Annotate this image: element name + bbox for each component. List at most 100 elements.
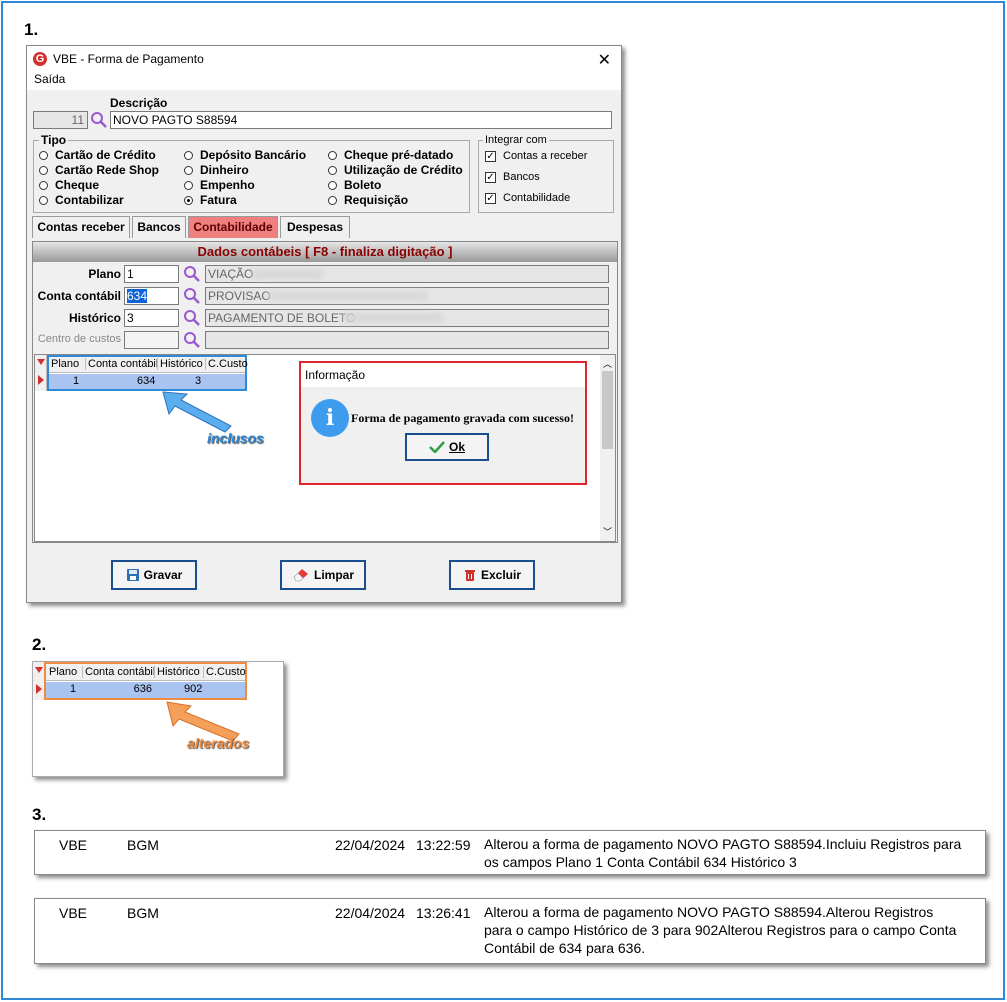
col-conta-contabil[interactable]: Conta contábil bbox=[85, 358, 158, 370]
tipo-radio[interactable]: Cartão Rede Shop bbox=[39, 163, 159, 177]
tipo-radio[interactable]: Contabilizar bbox=[39, 193, 124, 207]
alterados-callout: alterados bbox=[187, 735, 250, 751]
historico-label: Histórico bbox=[68, 311, 121, 325]
plano-field[interactable]: 1 bbox=[124, 265, 179, 283]
menu-saida[interactable]: Saída bbox=[34, 72, 65, 86]
col-conta-contabil[interactable]: Conta contábil bbox=[82, 666, 155, 678]
log-date: 22/04/2024 bbox=[335, 837, 406, 853]
tab-bancos[interactable]: Bancos bbox=[132, 216, 186, 238]
col-plano[interactable]: Plano bbox=[49, 666, 77, 678]
cell-conta: 634 bbox=[137, 375, 156, 387]
plano-search-icon[interactable] bbox=[183, 265, 201, 283]
radio-icon bbox=[39, 150, 48, 160]
tipo-radio-label: Requisição bbox=[344, 193, 409, 207]
vertical-scrollbar[interactable]: ︿ ﹀ bbox=[600, 355, 615, 541]
tipo-radio[interactable]: Fatura bbox=[184, 193, 237, 207]
log-user: BGM bbox=[127, 905, 159, 921]
descricao-field[interactable]: NOVO PAGTO S88594 bbox=[110, 111, 612, 129]
radio-icon bbox=[328, 195, 337, 205]
col-historico[interactable]: Histórico bbox=[154, 666, 200, 678]
log-message: Alterou a forma de pagamento NOVO PAGTO … bbox=[484, 904, 957, 956]
tipo-radio-label: Contabilizar bbox=[55, 193, 124, 207]
log-system: VBE bbox=[59, 837, 88, 853]
dialog-message: Forma de pagamento gravada com sucesso! bbox=[351, 411, 574, 425]
integrar-checkbox[interactable]: ✓ Contabilidade bbox=[485, 192, 570, 204]
ok-button[interactable]: Ok bbox=[405, 433, 489, 461]
window-title: VBE - Forma de Pagamento bbox=[53, 52, 204, 66]
scroll-down-icon[interactable]: ﹀ bbox=[603, 525, 612, 538]
integrar-checkbox[interactable]: ✓ Bancos bbox=[485, 171, 540, 183]
historico-search-icon[interactable] bbox=[183, 309, 201, 327]
col-c-custo[interactable]: C.Custo bbox=[203, 666, 246, 678]
tipo-radio[interactable]: Requisição bbox=[328, 193, 408, 207]
centro-custos-field[interactable] bbox=[124, 331, 179, 349]
radio-icon bbox=[184, 165, 193, 175]
radio-icon bbox=[184, 150, 193, 160]
log-system: VBE bbox=[59, 905, 88, 921]
log-date: 22/04/2024 bbox=[335, 905, 406, 921]
plano-label: Plano bbox=[88, 267, 121, 281]
current-row-icon bbox=[38, 375, 44, 385]
cell-plano: 1 bbox=[70, 683, 77, 695]
tipo-radio[interactable]: Cartão de Crédito bbox=[39, 148, 156, 162]
checkbox-icon: ✓ bbox=[485, 192, 496, 204]
title-bar: G VBE - Forma de Pagamento ✕ bbox=[27, 46, 621, 72]
integrar-checkbox-label: Contabilidade bbox=[503, 192, 571, 204]
limpar-button[interactable]: Limpar bbox=[280, 560, 366, 590]
tipo-radio-label: Cartão de Crédito bbox=[55, 148, 156, 162]
checkmark-icon bbox=[429, 441, 445, 453]
close-icon[interactable]: ✕ bbox=[598, 50, 611, 70]
step-1-label: 1. bbox=[24, 20, 39, 39]
cell-plano: 1 bbox=[73, 375, 80, 387]
centro-custos-label: Centro de custos bbox=[37, 333, 121, 345]
excluir-button[interactable]: Excluir bbox=[449, 560, 535, 590]
search-icon[interactable] bbox=[90, 111, 108, 129]
radio-icon bbox=[328, 180, 337, 190]
radio-icon bbox=[328, 165, 337, 175]
tipo-radio[interactable]: Utilização de Crédito bbox=[328, 163, 463, 177]
radio-icon bbox=[39, 165, 48, 175]
tipo-label: Tipo bbox=[39, 133, 69, 147]
conta-search-icon[interactable] bbox=[183, 287, 201, 305]
tab-contabilidade[interactable]: Contabilidade bbox=[188, 216, 278, 238]
centro-search-icon[interactable] bbox=[183, 331, 201, 349]
excluir-label: Excluir bbox=[480, 568, 522, 582]
radio-icon bbox=[39, 180, 48, 190]
tipo-radio[interactable]: Boleto bbox=[328, 178, 381, 192]
tipo-radio-label: Depósito Bancário bbox=[200, 148, 307, 162]
conta-contabil-field[interactable]: 634 bbox=[124, 287, 179, 305]
inclusos-arrow-icon bbox=[162, 391, 232, 433]
save-icon bbox=[126, 569, 139, 581]
tab-despesas[interactable]: Despesas bbox=[280, 216, 350, 238]
tab-contas-receber[interactable]: Contas receber bbox=[32, 216, 130, 238]
payment-form-window: G VBE - Forma de Pagamento ✕ Saída 11 De… bbox=[26, 45, 622, 603]
gravar-button[interactable]: Gravar bbox=[111, 560, 197, 590]
tipo-radio[interactable]: Cheque pré-datado bbox=[328, 148, 453, 162]
col-plano[interactable]: Plano bbox=[51, 358, 79, 370]
tipo-radio-label: Utilização de Crédito bbox=[344, 163, 463, 177]
tipo-radio-label: Fatura bbox=[200, 193, 237, 207]
tipo-radio[interactable]: Depósito Bancário bbox=[184, 148, 306, 162]
col-c-custo[interactable]: C.Custo bbox=[205, 358, 248, 370]
integrar-label: Integrar com bbox=[483, 134, 549, 146]
integrar-checkbox[interactable]: ✓ Contas a receber bbox=[485, 150, 587, 162]
checkbox-icon: ✓ bbox=[485, 171, 496, 183]
conta-contabil-value: 634 bbox=[127, 289, 148, 303]
code-field[interactable]: 11 bbox=[33, 111, 88, 129]
tipo-radio[interactable]: Cheque bbox=[39, 178, 99, 192]
scroll-thumb[interactable] bbox=[602, 371, 613, 449]
scroll-up-icon[interactable]: ︿ bbox=[603, 357, 612, 370]
redacted-blur bbox=[343, 313, 443, 323]
inclusos-callout: inclusos bbox=[207, 430, 264, 446]
tipo-radio[interactable]: Empenho bbox=[184, 178, 255, 192]
tipo-radio-label: Cheque pré-datado bbox=[344, 148, 454, 162]
conta-contabil-label: Conta contábil bbox=[37, 289, 121, 303]
redacted-blur bbox=[268, 291, 428, 301]
historico-field[interactable]: 3 bbox=[124, 309, 179, 327]
tipo-radio[interactable]: Dinheiro bbox=[184, 163, 249, 177]
app-logo-icon: G bbox=[33, 52, 47, 66]
step-2-label: 2. bbox=[32, 635, 47, 654]
tipo-radio-label: Cheque bbox=[55, 178, 100, 192]
table-row[interactable]: 1 636 902 bbox=[46, 682, 245, 698]
col-historico[interactable]: Histórico bbox=[157, 358, 203, 370]
